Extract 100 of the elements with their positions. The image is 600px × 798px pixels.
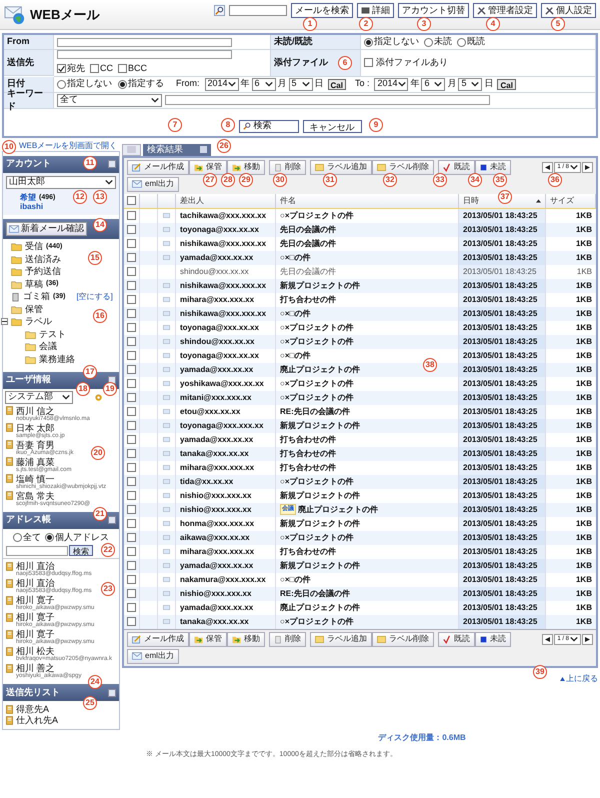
folder-item[interactable]: 予約送信 [25, 265, 61, 278]
radio-button[interactable] [424, 38, 433, 46]
gear-icon[interactable] [94, 392, 103, 402]
folder-item[interactable]: 草稿 [25, 278, 43, 291]
toolbar-button[interactable]: 既読 [438, 632, 475, 646]
checkbox[interactable] [127, 267, 136, 276]
toolbar-button[interactable]: ラベル追加 [310, 632, 372, 646]
folder-item[interactable]: 会議 [39, 340, 57, 354]
search-field[interactable] [229, 5, 287, 16]
checkbox[interactable] [127, 253, 136, 262]
checkbox[interactable] [127, 491, 136, 500]
address-search-button[interactable]: 検索 [69, 545, 93, 556]
checkbox[interactable] [127, 505, 136, 514]
mail-row[interactable]: yamada@xxx.xx.xx 廃止プロジェクトの件 2013/05/01 18:43:25 1KB [124, 600, 596, 614]
column-header[interactable]: 件名 [276, 194, 459, 208]
tab[interactable]: 検索結果 [143, 144, 211, 156]
mail-row[interactable]: nishio@xxx.xxx.xx 新規プロジェクトの件 2013/05/01 18:43:25 1KB [124, 488, 596, 502]
collapse-toggle[interactable] [108, 160, 116, 168]
checkbox[interactable] [127, 407, 136, 416]
contact-name[interactable]: 宮島 常夫 [16, 490, 55, 500]
open-window-link[interactable]: WEBメールを別画面で開く [19, 140, 118, 150]
folder-item[interactable]: テスト [39, 328, 66, 341]
toolbar-button[interactable]: 未読 [475, 160, 511, 174]
radio-button[interactable] [13, 532, 22, 542]
calendar-button[interactable]: Cal [328, 78, 346, 90]
keyword-field[interactable] [165, 95, 490, 105]
toolbar-button[interactable]: メール作成 [127, 160, 189, 174]
mail-row[interactable]: tachikawa@xxx.xxx.xx ○×プロジェクトの件 2013/05/01 18:43:25 1KB [124, 208, 596, 222]
checkbox[interactable] [127, 295, 136, 304]
checkbox[interactable] [127, 211, 136, 220]
checkbox[interactable] [127, 309, 136, 318]
checkbox[interactable] [127, 365, 136, 374]
calendar-button[interactable]: Cal [497, 78, 516, 90]
checkbox[interactable] [127, 196, 136, 205]
mail-row[interactable]: tida@xx.xx.xx ○×プロジェクトの件 2013/05/01 18:43:25 1KB [124, 474, 596, 488]
radio-button[interactable] [457, 38, 466, 46]
account-link[interactable]: ibashi [20, 201, 44, 213]
checkbox[interactable] [127, 379, 136, 388]
header-button[interactable]: 詳細 [357, 3, 394, 18]
mail-row[interactable]: toyonaga@xxx.xx.xx 先日の会議の件 2013/05/01 18:43:25 1KB [124, 222, 596, 236]
mail-row[interactable]: yamada@xxx.xx.xx 打ち合わせの件 2013/05/01 18:43:25 1KB [124, 432, 596, 446]
mail-row[interactable]: yamada@xxx.xx.xx ○×□の件 2013/05/01 18:43:25 1KB [124, 250, 596, 264]
header-button[interactable]: 管理者設定 [473, 3, 537, 18]
contact-name[interactable]: 相川 直治 [16, 578, 55, 588]
year-select[interactable]: 2014 [204, 78, 238, 90]
checkbox[interactable] [127, 323, 136, 332]
previous-page-button[interactable] [542, 634, 554, 644]
mail-row[interactable]: yamada@xxx.xx.xx 新規プロジェクトの件 2013/05/01 18:43:25 1KB [124, 558, 596, 572]
radio-button[interactable] [57, 80, 66, 88]
mail-row[interactable]: mihara@xxx.xxx.xx 打ち合わせの件 2013/05/01 18:43:25 1KB [124, 460, 596, 474]
search-mail-button[interactable]: メールを検索 [291, 3, 353, 18]
folder-item[interactable]: ゴミ箱 [23, 290, 50, 304]
checkbox[interactable] [127, 393, 136, 402]
next-page-button[interactable] [582, 162, 593, 172]
contact-name[interactable]: 相川 直治 [16, 561, 55, 571]
previous-page-button[interactable] [542, 162, 554, 172]
checkbox[interactable] [127, 435, 136, 444]
toolbar-button[interactable]: 保管 [189, 632, 227, 646]
cancel-button[interactable]: キャンセル [302, 120, 362, 132]
toolbar-button[interactable]: 既読 [438, 160, 475, 174]
radio-button[interactable] [118, 80, 127, 88]
collapse-toggle[interactable] [108, 516, 116, 524]
header-button[interactable]: 個人設定 [541, 3, 596, 18]
folder-item[interactable]: ラベル [25, 315, 52, 328]
contact-name[interactable]: 相川 善之 [16, 663, 55, 673]
next-page-button[interactable] [582, 634, 593, 644]
folder-item[interactable]: 保管 [25, 302, 43, 316]
mail-row[interactable]: mitani@xxx.xxx.xx ○×プロジェクトの件 2013/05/01 18:43:25 1KB [124, 390, 596, 404]
contact-name[interactable]: 藤浦 真菜 [16, 456, 55, 466]
contact-name[interactable]: 相川 寛子 [16, 595, 55, 605]
toolbar-button[interactable]: 移動 [227, 632, 265, 646]
mail-row[interactable]: mihara@xxx.xxx.xx 打ち合わせの件 2013/05/01 18:43:25 1KB [124, 292, 596, 306]
folder-item[interactable]: 業務連絡 [39, 352, 75, 366]
mail-row[interactable]: toyonaga@xxx.xx.xx ○×プロジェクトの件 2013/05/01 18:43:25 1KB [124, 320, 596, 334]
checkbox[interactable] [127, 533, 136, 542]
checkbox[interactable] [127, 421, 136, 430]
contact-name[interactable]: 日本 太郎 [16, 422, 55, 432]
address-search-field[interactable] [6, 546, 68, 556]
mail-row[interactable]: tanaka@xxx.xx.xx ○×プロジェクトの件 2013/05/01 18:43:25 1KB [124, 614, 596, 628]
account-link[interactable]: 希望 [20, 192, 36, 204]
account-select[interactable]: 山田太郎 [6, 176, 116, 188]
tab[interactable] [122, 144, 141, 156]
contact-name[interactable]: 相川 寛子 [16, 612, 55, 622]
checkbox[interactable] [118, 64, 127, 74]
toolbar-button[interactable]: メール作成 [127, 632, 189, 646]
column-header[interactable]: 差出人 [176, 194, 276, 208]
send-list-item[interactable]: 仕入れ先A [16, 714, 58, 728]
contact-name[interactable]: 西川 信之 [16, 406, 55, 416]
checkbox[interactable] [127, 337, 136, 346]
contact-name[interactable]: 相川 松夫 [16, 646, 55, 656]
keyword-scope-select[interactable]: 全て [57, 94, 162, 106]
checkbox[interactable] [127, 519, 136, 528]
mail-row[interactable]: shindou@xxx.xx.xx ○×プロジェクトの件 2013/05/01 18:43:25 1KB [124, 334, 596, 348]
folder-item[interactable]: 送信済み [25, 252, 61, 266]
mail-row[interactable]: tanaka@xxx.xx.xx 打ち合わせの件 2013/05/01 18:43:25 1KB [124, 446, 596, 460]
checkbox[interactable] [127, 547, 136, 556]
from-field[interactable] [57, 38, 232, 46]
folder-item[interactable]: 受信 [25, 240, 43, 254]
toolbar-button[interactable]: eml出力 [127, 648, 179, 664]
checkbox[interactable] [90, 64, 99, 74]
